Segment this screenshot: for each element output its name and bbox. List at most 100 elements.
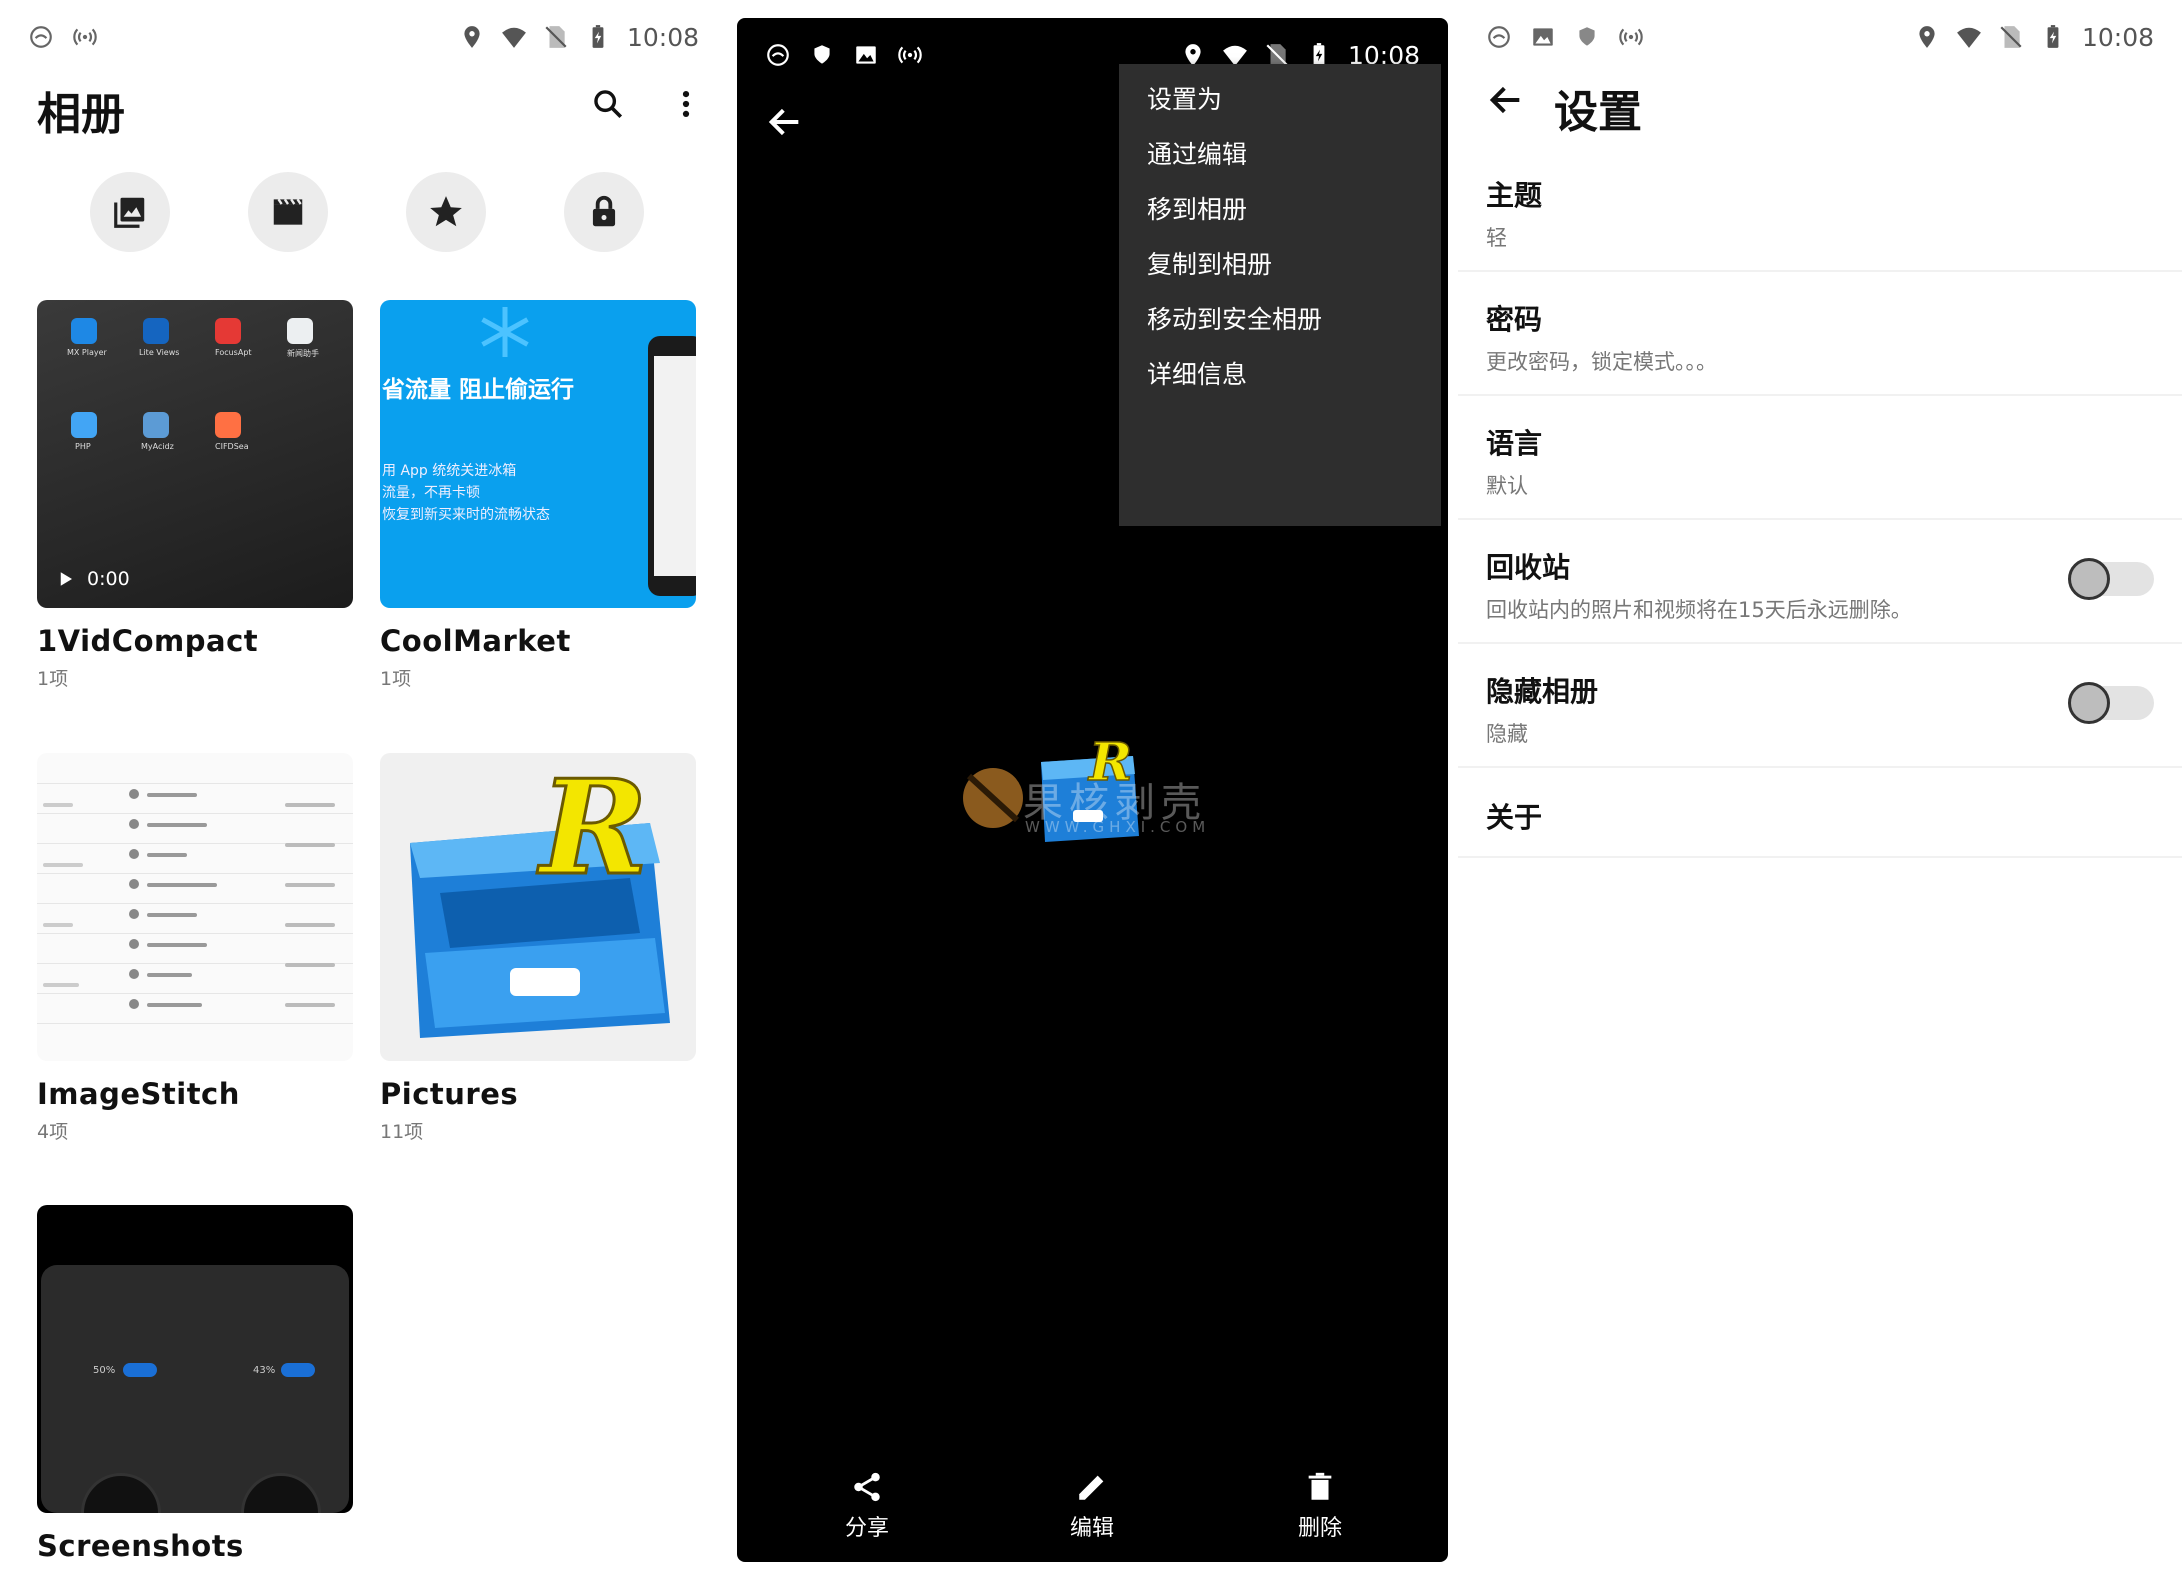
setting-subtitle: 默认 (1486, 474, 1528, 498)
album-name: Pictures (380, 1077, 519, 1111)
setting-theme[interactable]: 主题 轻 (1486, 174, 2154, 252)
setting-hidden-albums[interactable]: 隐藏相册 隐藏 (1486, 670, 2154, 748)
delete-button[interactable]: 删除 (1270, 1470, 1370, 1542)
trash-icon (1308, 1472, 1332, 1500)
setting-subtitle: 更改密码，锁定模式。。。 (1486, 350, 1717, 374)
setting-title: 回收站 (1486, 551, 1571, 584)
album-thumbnail: MX Player Lite Views FocusApt 新闻助手 PHP M… (37, 300, 353, 608)
album-count: 1项 (37, 668, 69, 690)
svg-text:R: R (536, 753, 648, 904)
album-name: CoolMarket (380, 624, 571, 658)
app-status-icon (28, 24, 54, 50)
location-icon (1914, 24, 1940, 50)
album-card[interactable]: 省流量 阻止偷运行 用 App 统统关进冰箱 流量，不再卡顿 恢复到新买来时的流… (380, 300, 696, 691)
app-status-icon (765, 42, 791, 68)
back-arrow-icon[interactable] (1486, 80, 1530, 124)
album-card[interactable]: R Pictures 11项 (380, 753, 696, 1144)
percent-label: 43% (253, 1365, 276, 1376)
album-count: 4项 (37, 1121, 69, 1143)
percent-label: 50% (93, 1365, 116, 1376)
album-thumbnail: 省流量 阻止偷运行 用 App 统统关进冰箱 流量，不再卡顿 恢复到新买来时的流… (380, 300, 696, 608)
menu-item-set-as[interactable]: 设置为 (1147, 80, 1222, 116)
photos-filter-button[interactable] (90, 172, 170, 252)
album-card[interactable]: MX Player Lite Views FocusApt 新闻助手 PHP M… (37, 300, 353, 691)
no-sim-icon (543, 24, 569, 50)
setting-about[interactable]: 关于 (1486, 796, 2154, 836)
settings-screen: 10:08 设置 主题 轻 密码 更改密码，锁定模式。。。 语言 默认 回收站 … (1458, 0, 2182, 1574)
secure-album-button[interactable] (564, 172, 644, 252)
location-icon (459, 24, 485, 50)
favorites-filter-button[interactable] (406, 172, 486, 252)
divider (1458, 270, 2182, 272)
menu-item-copy-to-album[interactable]: 复制到相册 (1147, 245, 1272, 281)
recycle-bin-toggle[interactable] (2068, 558, 2154, 600)
app-label: Lite Views (139, 348, 180, 357)
app-label: MX Player (67, 348, 107, 357)
video-duration: 0:00 (57, 568, 130, 590)
menu-item-edit-with[interactable]: 通过编辑 (1147, 135, 1247, 171)
divider (1458, 518, 2182, 520)
no-sim-icon (1998, 24, 2024, 50)
screenshot-collage: 10:08 相册 MX Player Lite Views FocusApt 新… (0, 0, 2182, 1574)
album-card[interactable]: ImageStitch 4项 (37, 753, 353, 1144)
promo-line: 用 App 统统关进冰箱 (382, 463, 517, 479)
overflow-menu: 设置为 通过编辑 移到相册 复制到相册 移动到安全相册 详细信息 (1119, 64, 1441, 526)
menu-item-move-to-album[interactable]: 移到相册 (1147, 190, 1247, 226)
album-thumbnail: R (380, 753, 696, 1061)
status-time: 10:08 (2081, 22, 2154, 52)
hotspot-icon (897, 42, 923, 68)
setting-title: 密码 (1486, 303, 1543, 336)
shield-icon (809, 42, 835, 68)
divider (1458, 766, 2182, 768)
share-label: 分享 (844, 1516, 889, 1541)
setting-recycle-bin[interactable]: 回收站 回收站内的照片和视频将在15天后永远删除。 (1486, 546, 2154, 624)
status-time: 10:08 (626, 22, 699, 52)
setting-title: 关于 (1486, 801, 1543, 834)
displayed-image: R 果核剥壳 WWW.GHXI.COM (955, 731, 1245, 852)
play-icon (60, 572, 72, 586)
share-button[interactable]: 分享 (817, 1470, 917, 1542)
divider (1458, 394, 2182, 396)
menu-item-move-to-secure-album[interactable]: 移动到安全相册 (1147, 300, 1322, 336)
setting-title: 隐藏相册 (1486, 675, 1599, 708)
delete-label: 删除 (1297, 1516, 1342, 1541)
setting-password[interactable]: 密码 更改密码，锁定模式。。。 (1486, 298, 2154, 376)
media-viewer-screen: 10:08 设置为 通过编辑 移到相册 复制到相册 移动到安全相册 详细信息 R (737, 18, 1448, 1562)
album-card[interactable]: 50% 43% Screenshots (37, 1205, 353, 1563)
search-icon[interactable] (586, 82, 630, 126)
app-label: CIFDSea (215, 442, 249, 451)
setting-title: 主题 (1486, 179, 1543, 212)
wifi-icon (1956, 24, 1982, 50)
hotspot-icon (1618, 24, 1644, 50)
album-thumbnail (37, 753, 353, 1061)
more-options-icon[interactable] (664, 82, 708, 126)
battery-icon (2040, 24, 2066, 50)
star-icon (430, 196, 462, 227)
image-icon (1530, 24, 1556, 50)
file-explorer-app-icon: R (410, 753, 670, 1038)
setting-subtitle: 轻 (1486, 226, 1507, 250)
edit-button[interactable]: 编辑 (1042, 1470, 1142, 1542)
hidden-albums-toggle[interactable] (2068, 682, 2154, 724)
edit-label: 编辑 (1069, 1516, 1114, 1541)
page-title: 相册 (37, 89, 125, 140)
snowflake-icon (481, 307, 529, 357)
shield-icon (1574, 24, 1600, 50)
setting-subtitle: 隐藏 (1486, 722, 1528, 746)
app-label: FocusApt (215, 348, 252, 357)
app-label: MyAcidz (141, 442, 174, 451)
setting-title: 语言 (1486, 427, 1543, 460)
album-name: ImageStitch (37, 1077, 240, 1111)
videos-filter-button[interactable] (248, 172, 328, 252)
promo-line: 流量，不再卡顿 (382, 485, 480, 501)
promo-line: 恢复到新买来时的流畅状态 (382, 507, 550, 523)
album-count: 11项 (380, 1121, 424, 1143)
back-arrow-icon[interactable] (765, 102, 809, 146)
menu-item-details[interactable]: 详细信息 (1147, 355, 1247, 391)
setting-language[interactable]: 语言 默认 (1486, 422, 2154, 500)
promo-headline: 省流量 阻止偷运行 (382, 377, 575, 403)
album-count: 1项 (380, 668, 412, 690)
wifi-icon (501, 24, 527, 50)
status-bar: 10:08 (1458, 0, 2182, 74)
battery-icon (585, 24, 611, 50)
